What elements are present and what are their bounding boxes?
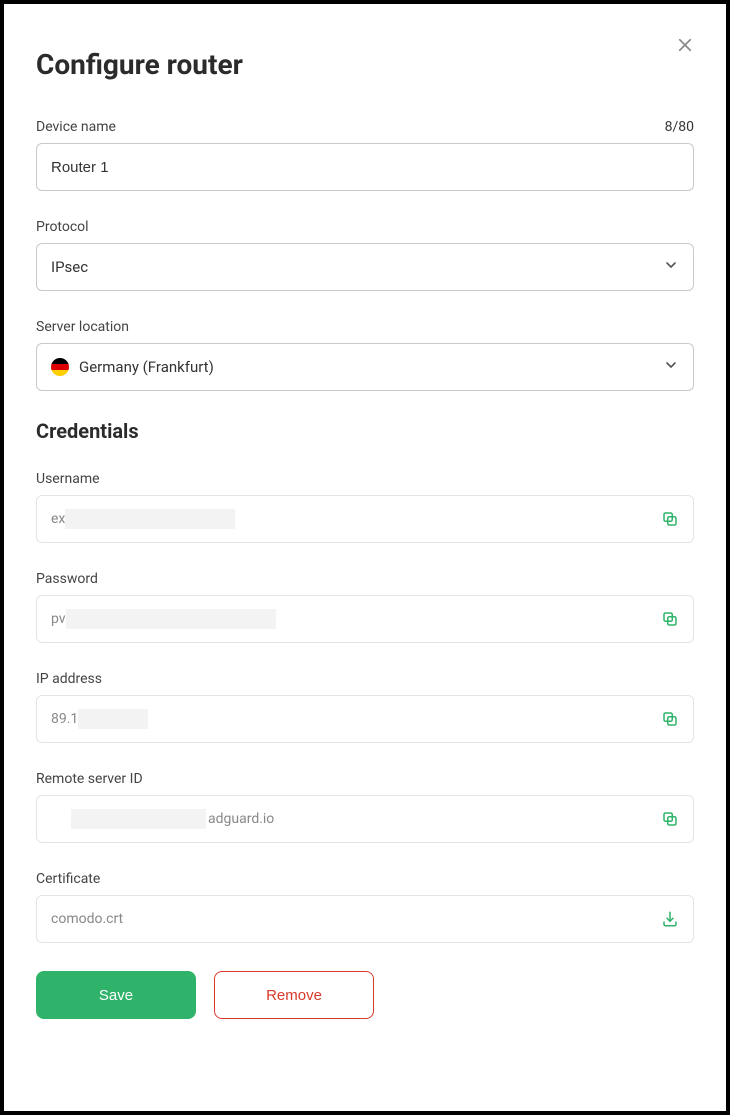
- chevron-down-icon: [663, 257, 679, 277]
- username-field: Username ex: [36, 471, 694, 543]
- copy-username-button[interactable]: [661, 510, 679, 528]
- chevron-down-icon: [663, 357, 679, 377]
- redacted-block: [71, 809, 206, 829]
- remote-server-id-label: Remote server ID: [36, 771, 143, 787]
- action-row: Save Remove: [36, 971, 694, 1019]
- ip-field: IP address 89.1: [36, 671, 694, 743]
- protocol-value: IPsec: [51, 258, 88, 276]
- germany-flag-icon: [51, 358, 69, 376]
- redacted-block: [65, 509, 235, 529]
- certificate-label: Certificate: [36, 871, 100, 887]
- device-name-input[interactable]: [36, 143, 694, 191]
- copy-remote-server-id-button[interactable]: [661, 810, 679, 828]
- server-location-label: Server location: [36, 319, 129, 335]
- remote-server-id-value-box: adguard.io: [36, 795, 694, 843]
- server-location-value: Germany (Frankfurt): [79, 358, 214, 376]
- certificate-field: Certificate comodo.crt: [36, 871, 694, 943]
- copy-password-button[interactable]: [661, 610, 679, 628]
- password-prefix: pv: [51, 611, 66, 627]
- password-label: Password: [36, 571, 98, 587]
- remove-button[interactable]: Remove: [214, 971, 374, 1019]
- copy-ip-button[interactable]: [661, 710, 679, 728]
- remote-server-id-suffix: adguard.io: [208, 811, 274, 827]
- ip-label: IP address: [36, 671, 102, 687]
- close-button[interactable]: [676, 36, 694, 57]
- copy-icon: [661, 710, 679, 728]
- protocol-label: Protocol: [36, 219, 89, 235]
- copy-icon: [661, 510, 679, 528]
- username-label: Username: [36, 471, 100, 487]
- save-button[interactable]: Save: [36, 971, 196, 1019]
- ip-value-box: 89.1: [36, 695, 694, 743]
- server-location-field: Server location Germany (Frankfurt): [36, 319, 694, 391]
- redacted-block: [66, 609, 276, 629]
- configure-router-modal: Configure router Device name 8/80 Protoc…: [4, 4, 726, 1051]
- copy-icon: [661, 810, 679, 828]
- password-value-box: pv: [36, 595, 694, 643]
- password-field: Password pv: [36, 571, 694, 643]
- server-location-select[interactable]: Germany (Frankfurt): [36, 343, 694, 391]
- page-title: Configure router: [36, 48, 694, 81]
- certificate-value-box: comodo.crt: [36, 895, 694, 943]
- ip-prefix: 89.1: [51, 711, 78, 727]
- username-value-box: ex: [36, 495, 694, 543]
- protocol-select[interactable]: IPsec: [36, 243, 694, 291]
- certificate-value: comodo.crt: [51, 911, 123, 927]
- download-icon: [661, 910, 679, 928]
- device-name-label: Device name: [36, 119, 116, 135]
- device-name-counter: 8/80: [665, 119, 694, 135]
- credentials-title: Credentials: [36, 419, 694, 443]
- close-icon: [676, 36, 694, 54]
- device-name-field: Device name 8/80: [36, 119, 694, 191]
- remote-server-id-field: Remote server ID adguard.io: [36, 771, 694, 843]
- redacted-block: [78, 709, 148, 729]
- copy-icon: [661, 610, 679, 628]
- protocol-field: Protocol IPsec: [36, 219, 694, 291]
- download-certificate-button[interactable]: [661, 910, 679, 928]
- username-prefix: ex: [51, 511, 65, 527]
